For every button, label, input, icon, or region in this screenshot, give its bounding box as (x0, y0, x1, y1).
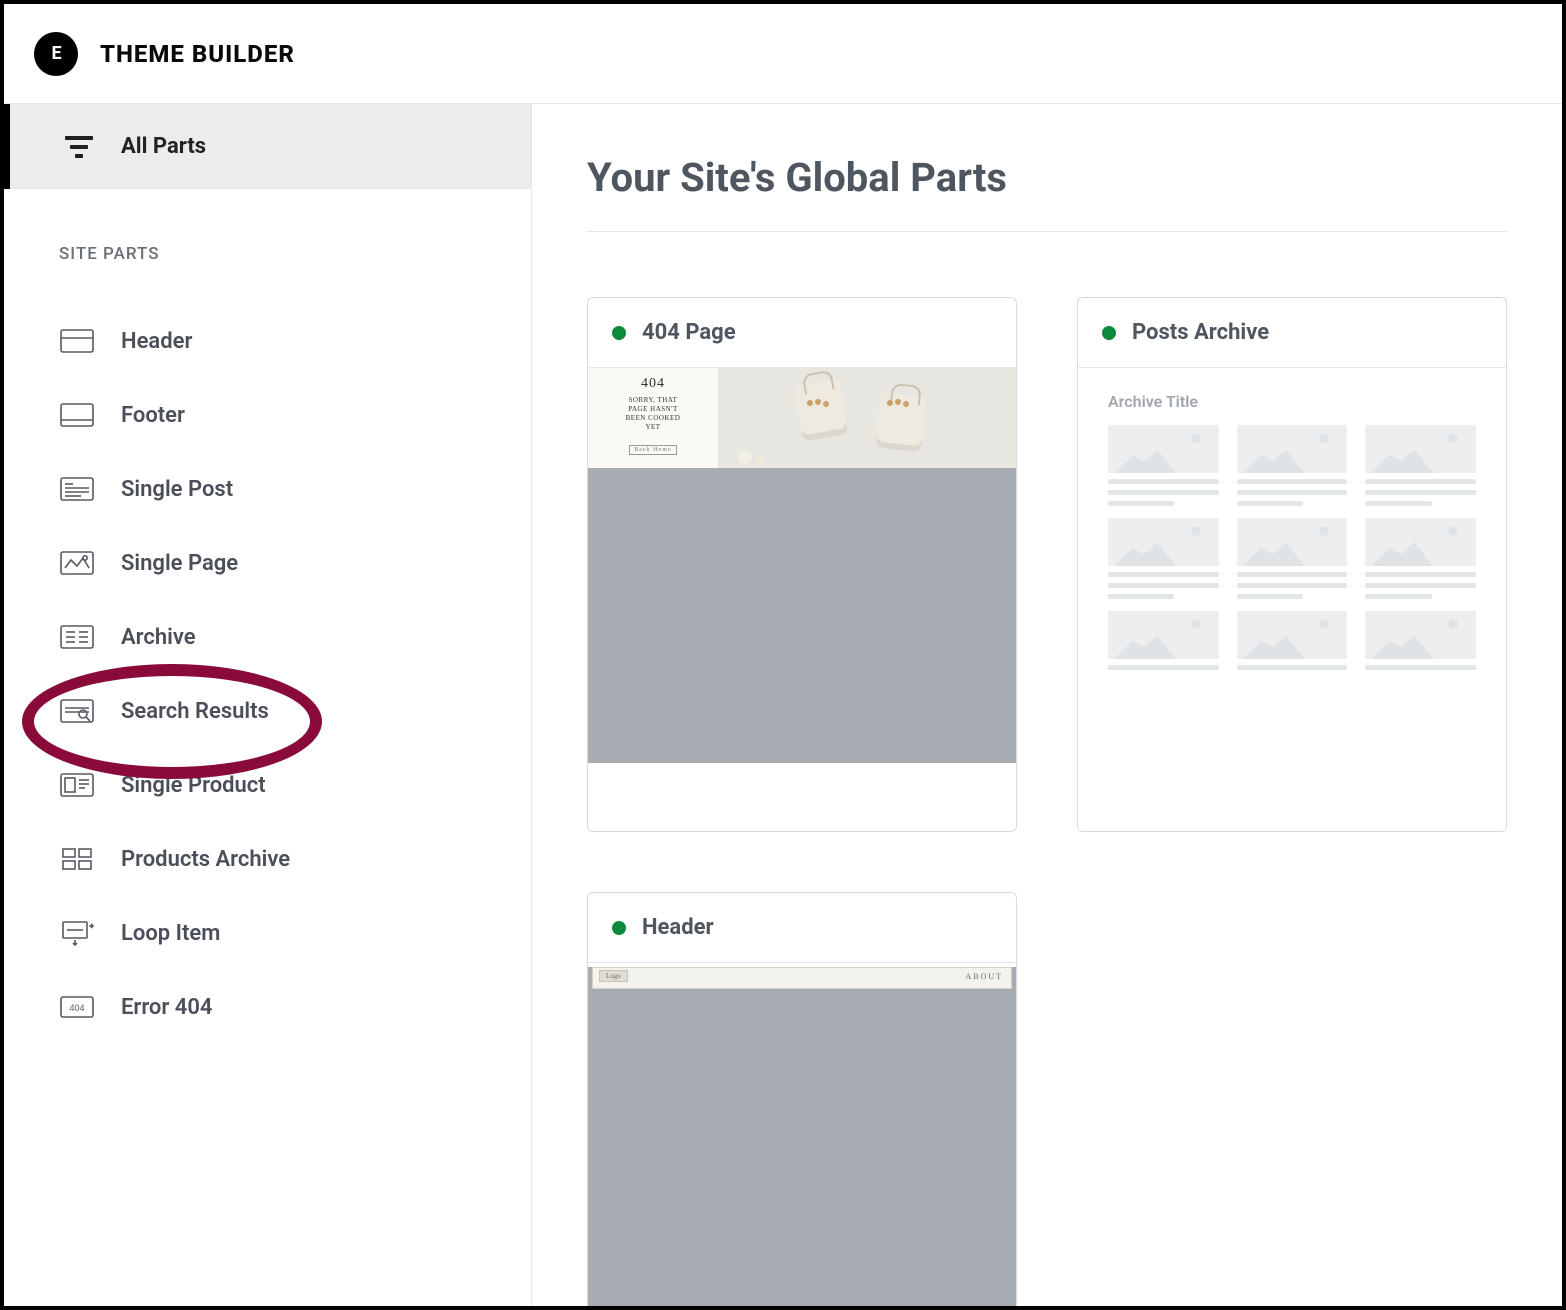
sidebar-item-label: Search Results (121, 699, 269, 724)
card-title: 404 Page (642, 320, 736, 345)
preview-posts-archive: Archive Title (1078, 368, 1506, 831)
sidebar-item-label: Single Product (121, 773, 266, 798)
sidebar-item-single-product[interactable]: Single Product (59, 748, 476, 822)
svg-text:404: 404 (69, 1003, 84, 1013)
footer-icon (59, 400, 95, 430)
sidebar-item-header[interactable]: Header (59, 304, 476, 378)
divider (587, 231, 1507, 232)
card-404-page[interactable]: 404 Page 404 SORRY, THAT PAGE HASN'T BEE… (587, 297, 1017, 832)
archive-title-label: Archive Title (1078, 368, 1506, 425)
sidebar-item-all-parts[interactable]: All Parts (4, 104, 531, 189)
preview-header-logo: Logo (599, 970, 628, 982)
loop-item-icon (59, 918, 95, 948)
status-dot-icon (1102, 326, 1116, 340)
app-title: THEME BUILDER (100, 40, 295, 68)
all-parts-label: All Parts (121, 134, 206, 159)
card-posts-archive[interactable]: Posts Archive Archive Title (1077, 297, 1507, 832)
single-page-icon (59, 548, 95, 578)
topbar: E THEME BUILDER (4, 4, 1562, 104)
archive-icon (59, 622, 95, 652)
status-dot-icon (612, 326, 626, 340)
products-archive-icon (59, 844, 95, 874)
sidebar-item-label: Loop Item (121, 921, 220, 946)
sidebar-item-single-post[interactable]: Single Post (59, 452, 476, 526)
sidebar-item-label: Products Archive (121, 847, 290, 872)
filter-icon (65, 136, 93, 158)
error-404-icon: 404 (59, 992, 95, 1022)
single-post-icon (59, 474, 95, 504)
elementor-logo-icon: E (34, 32, 78, 76)
single-product-icon (59, 770, 95, 800)
header-icon (59, 326, 95, 356)
sidebar-item-label: Single Post (121, 477, 233, 502)
sidebar-item-error-404[interactable]: 404 Error 404 (59, 970, 476, 1044)
sidebar-item-single-page[interactable]: Single Page (59, 526, 476, 600)
sidebar-item-loop-item[interactable]: Loop Item (59, 896, 476, 970)
preview-header: Logo ABOUT (592, 967, 1012, 989)
preview-header-menu: ABOUT (965, 972, 1003, 981)
sidebar-item-archive[interactable]: Archive (59, 600, 476, 674)
sidebar-item-label: Single Page (121, 551, 238, 576)
search-results-icon (59, 696, 95, 726)
preview-404: 404 SORRY, THAT PAGE HASN'T BEEN COOKED … (588, 368, 1016, 468)
site-parts-heading: SITE PARTS (59, 244, 476, 264)
sidebar-item-label: Error 404 (121, 995, 212, 1020)
preview-404-back-button: Back Home (629, 445, 677, 455)
page-title: Your Site's Global Parts (587, 154, 1507, 201)
card-title: Posts Archive (1132, 320, 1269, 345)
sidebar-item-products-archive[interactable]: Products Archive (59, 822, 476, 896)
sidebar-item-footer[interactable]: Footer (59, 378, 476, 452)
sidebar-item-search-results[interactable]: Search Results (59, 674, 476, 748)
sidebar-item-label: Footer (121, 403, 185, 428)
sidebar-item-label: Header (121, 329, 192, 354)
card-title: Header (642, 915, 714, 940)
sidebar: All Parts SITE PARTS Header Footer (4, 104, 532, 1306)
preview-404-code: 404 (594, 376, 712, 392)
sidebar-item-label: Archive (121, 625, 196, 650)
card-header[interactable]: Header Logo ABOUT (587, 892, 1017, 1310)
preview-404-image (718, 368, 1016, 468)
status-dot-icon (612, 921, 626, 935)
main-content: Your Site's Global Parts 404 Page 404 (532, 104, 1562, 1306)
